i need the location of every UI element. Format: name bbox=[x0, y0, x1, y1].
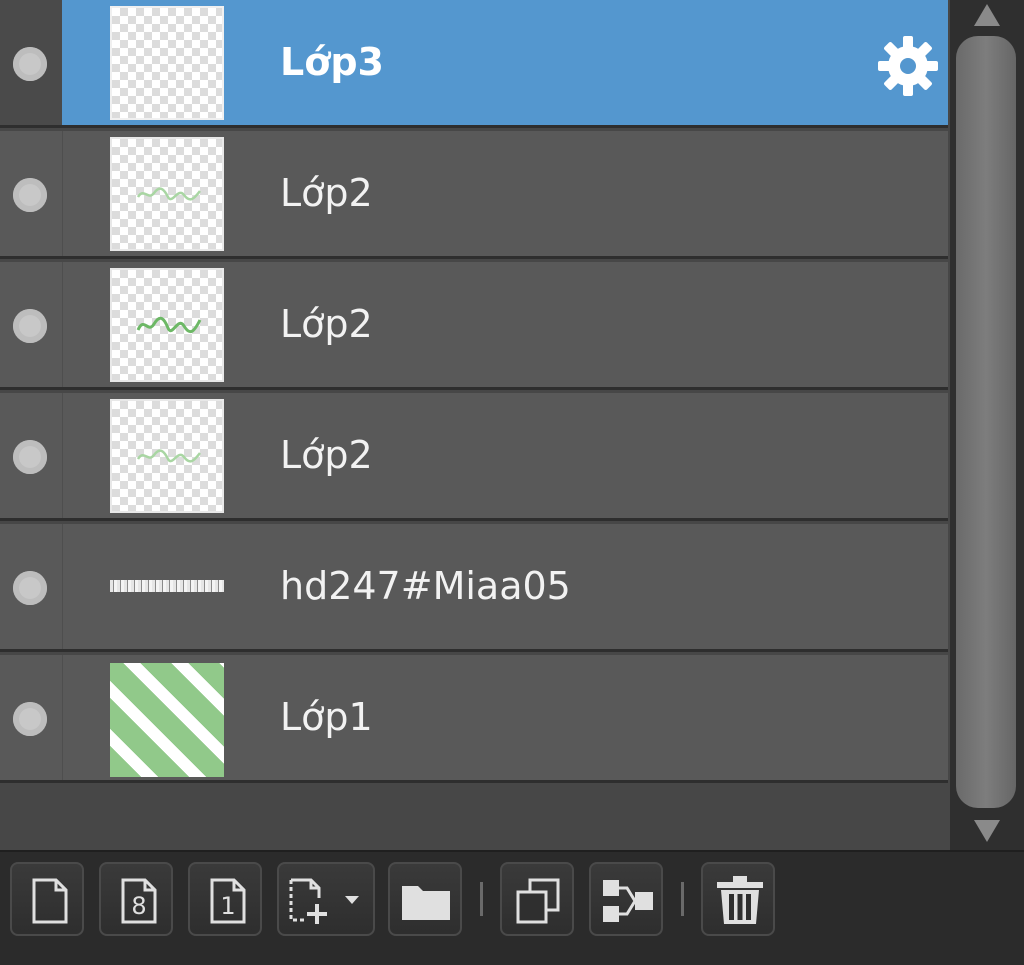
visibility-column bbox=[0, 393, 63, 518]
vertical-scrollbar[interactable] bbox=[950, 0, 1024, 850]
layer-thumbnail bbox=[110, 530, 224, 644]
layer-row-layer2[interactable]: Lớp2 bbox=[0, 393, 948, 521]
layer-name: Lớp2 bbox=[280, 433, 373, 477]
layer-thumbnail bbox=[110, 399, 224, 513]
new-8bit-layer-button[interactable]: 8 bbox=[99, 862, 173, 936]
scroll-down-arrow-icon[interactable] bbox=[972, 818, 1002, 844]
layer-row-text[interactable]: hd247#Miaa05 bbox=[0, 524, 948, 652]
visibility-toggle-icon[interactable] bbox=[13, 440, 47, 474]
layer-thumbnail bbox=[110, 268, 224, 382]
new-layer-icon bbox=[32, 878, 68, 924]
visibility-toggle-icon[interactable] bbox=[13, 571, 47, 605]
trash-icon bbox=[717, 876, 763, 924]
layer-name: hd247#Miaa05 bbox=[280, 564, 571, 608]
layer-name: Lớp2 bbox=[280, 302, 373, 346]
visibility-toggle-icon[interactable] bbox=[13, 47, 47, 81]
add-layer-menu-icon bbox=[289, 878, 359, 924]
toolbar-separator bbox=[480, 882, 483, 916]
scribble-thumbnail-icon bbox=[136, 316, 202, 334]
layer-row-layer3[interactable]: Lớp3 bbox=[0, 0, 948, 128]
visibility-toggle-icon[interactable] bbox=[13, 178, 47, 212]
layer-name: Lớp2 bbox=[280, 171, 373, 215]
svg-text:8: 8 bbox=[131, 892, 146, 920]
visibility-column bbox=[0, 655, 63, 780]
layer-row-layer2[interactable]: Lớp2 bbox=[0, 262, 948, 390]
toolbar-separator bbox=[681, 882, 684, 916]
scroll-thumb[interactable] bbox=[956, 36, 1016, 808]
layer-thumbnail bbox=[110, 6, 224, 120]
visibility-column bbox=[0, 524, 63, 649]
layer-thumbnail bbox=[110, 137, 224, 251]
duplicate-layer-button[interactable] bbox=[500, 862, 574, 936]
new-8bit-layer-icon: 8 bbox=[121, 878, 157, 924]
delete-layer-button[interactable] bbox=[701, 862, 775, 936]
layer-name: Lớp3 bbox=[280, 40, 384, 84]
text-strip-thumbnail bbox=[110, 580, 224, 592]
visibility-column bbox=[0, 131, 63, 256]
visibility-column bbox=[0, 262, 63, 387]
merge-down-icon bbox=[603, 880, 653, 922]
scribble-thumbnail-icon bbox=[136, 449, 201, 463]
layer-panel: Lớp3 Lớp2 Lớp2 Lớp2 hd247#Miaa05 Lớp1 8 … bbox=[0, 0, 1024, 965]
scribble-thumbnail-icon bbox=[136, 187, 201, 201]
visibility-column bbox=[0, 0, 62, 125]
new-layer-button[interactable] bbox=[10, 862, 84, 936]
layer-list: Lớp3 Lớp2 Lớp2 Lớp2 hd247#Miaa05 Lớp1 bbox=[0, 0, 950, 850]
layer-row-layer1[interactable]: Lớp1 bbox=[0, 655, 948, 783]
layer-row-layer2[interactable]: Lớp2 bbox=[0, 131, 948, 259]
folder-icon bbox=[402, 886, 450, 920]
layer-name: Lớp1 bbox=[280, 695, 373, 739]
gear-icon[interactable] bbox=[876, 34, 940, 98]
panel-footer bbox=[0, 950, 1024, 965]
svg-text:1: 1 bbox=[220, 892, 235, 920]
merge-down-button[interactable] bbox=[589, 862, 663, 936]
add-layer-menu-button[interactable] bbox=[277, 862, 375, 936]
duplicate-layer-icon bbox=[516, 878, 560, 924]
layer-toolbar: 8 1 bbox=[0, 850, 1024, 952]
visibility-toggle-icon[interactable] bbox=[13, 309, 47, 343]
layer-thumbnail bbox=[110, 663, 224, 777]
visibility-toggle-icon[interactable] bbox=[13, 702, 47, 736]
new-1bit-layer-icon: 1 bbox=[210, 878, 246, 924]
new-folder-button[interactable] bbox=[388, 862, 462, 936]
new-1bit-layer-button[interactable]: 1 bbox=[188, 862, 262, 936]
scroll-up-arrow-icon[interactable] bbox=[972, 2, 1002, 28]
